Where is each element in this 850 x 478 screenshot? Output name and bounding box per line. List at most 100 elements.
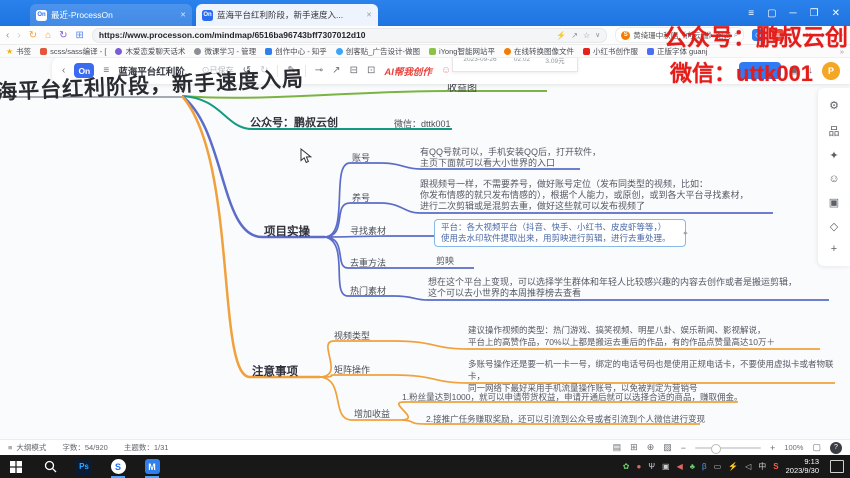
node-increase-income[interactable]: 增加收益	[354, 407, 390, 420]
branch-notes[interactable]: 注意事项	[252, 363, 298, 379]
refresh-icon[interactable]: ↻	[29, 30, 37, 41]
structure-icon[interactable]: 品	[829, 123, 840, 139]
window-maximize-icon[interactable]: ❐	[810, 8, 819, 19]
detail-dedup-method[interactable]: 剪映	[436, 256, 454, 267]
adjust-icon[interactable]: ⚙	[829, 99, 839, 112]
taskbar-clock[interactable]: 9:13 2023/9/30	[786, 458, 819, 475]
thumbnail-icon[interactable]: ▤	[613, 442, 622, 453]
bookmark-item[interactable]: 在线转换图像文件	[504, 46, 574, 57]
node-nurture-account[interactable]: 养号	[352, 191, 370, 204]
browser-menu-icon[interactable]: ≡	[748, 8, 754, 19]
sparkle-icon[interactable]: ✦	[682, 229, 689, 238]
beautify-wand-icon[interactable]: ✦	[829, 149, 838, 162]
browser-tab-recent[interactable]: On 最近-ProcessOn ✕	[30, 4, 192, 26]
tray-icon-dot[interactable]: ●	[636, 462, 641, 471]
ai-create-button[interactable]: AI帮我创作	[384, 64, 432, 78]
image-icon[interactable]: ▣	[829, 196, 839, 209]
user-avatar[interactable]: P	[822, 62, 840, 80]
tray-icon-bluetooth[interactable]: β	[702, 462, 707, 471]
node-matrix-operation[interactable]: 矩阵操作	[334, 363, 370, 376]
tray-icon-image[interactable]: ▣	[662, 462, 670, 471]
detail-account[interactable]: 有QQ号就可以，手机安装QQ后，打开软件， 主页下面就可以看大小世界的入口	[420, 147, 601, 169]
flash-icon[interactable]: ⚡	[556, 31, 566, 40]
zoom-slider-knob[interactable]	[711, 444, 721, 454]
detail-video-type[interactable]: 建议操作视频的类型：热门游戏、搞笑视频、明星八卦、娱乐新闻、影视解说， 平台上的…	[468, 324, 775, 348]
detail-nurture-account[interactable]: 跟视频号一样，不需要养号，做好账号定位（发布同类型的视频，比如： 你发布情感的就…	[420, 179, 749, 211]
minimap-icon[interactable]: ▨	[663, 442, 672, 453]
node-find-material[interactable]: 寻找素材	[350, 224, 386, 237]
bookmark-star-icon[interactable]: ☆	[583, 31, 590, 40]
tray-icon-ime[interactable]: 中	[758, 461, 766, 472]
node-video-type[interactable]: 视频类型	[334, 329, 370, 342]
locate-center-icon[interactable]: ⊕	[647, 442, 655, 453]
node-wechat[interactable]: 微信：dttk001	[394, 117, 451, 130]
bookmark-item[interactable]: 创作中心 - 知乎	[265, 46, 327, 57]
address-bar[interactable]: https://www.processon.com/mindmap/6516ba…	[92, 28, 607, 43]
summary-icon[interactable]: ⊟	[350, 65, 358, 76]
relation-arrow-icon[interactable]: ↗	[332, 65, 340, 76]
zoom-slider[interactable]	[695, 447, 761, 449]
bookmark-item[interactable]: 木爱恋爱聊天话术	[115, 46, 185, 57]
bookmark-item[interactable]: scss/sass编译 - [	[40, 46, 106, 57]
node-dedup-method[interactable]: 去重方法	[350, 256, 386, 269]
tag-icon[interactable]: ◇	[830, 220, 838, 233]
detail-matrix-operation[interactable]: 多账号操作还是要一机一卡一号，绑定的电话号码也是使用正规电话卡，不要使用虚拟卡或…	[468, 358, 850, 394]
branch-project-practice[interactable]: 项目实操	[264, 223, 310, 239]
fullscreen-icon[interactable]: ▢	[812, 442, 821, 453]
split-screen-icon[interactable]: ⊞	[76, 30, 84, 41]
detail-income-2[interactable]: 2.接推广任务赚取奖励，还可以引流到公众号或者引流到个人微信进行变现	[426, 415, 705, 424]
help-button[interactable]: ?	[830, 442, 842, 454]
action-center-icon[interactable]	[830, 460, 844, 473]
taskbar-mindmap-app-icon[interactable]: M	[142, 457, 162, 477]
detail-find-material-selected[interactable]: 平台：各大视频平台（抖音、快手、小红书、皮皮虾等等，） 使用去水印软件提取出来，…	[434, 219, 686, 247]
bookmark-item[interactable]: iYong智能网站平	[429, 46, 495, 57]
tray-icon-play[interactable]: ◀	[677, 462, 683, 471]
home-icon[interactable]: ⌂	[45, 30, 51, 41]
tray-icon-volume[interactable]: ◁	[745, 462, 751, 471]
window-close-icon[interactable]: ✕	[832, 8, 840, 19]
bookmark-item[interactable]: 创客贴_广告设计-做图	[336, 46, 420, 57]
outline-mode-button[interactable]: ≡ 大纲模式	[8, 442, 46, 453]
tray-icon-mic[interactable]: Ψ	[648, 462, 655, 471]
page-grid-icon[interactable]: ⊞	[630, 442, 638, 453]
zoom-out-icon[interactable]: −	[681, 443, 686, 453]
back-icon[interactable]: ‹	[6, 30, 9, 41]
zoom-in-icon[interactable]: +	[770, 443, 775, 453]
zoom-level[interactable]: 100%	[784, 443, 803, 452]
tab-close-icon[interactable]: ✕	[174, 11, 186, 19]
url-text[interactable]: https://www.processon.com/mindmap/6516ba…	[99, 30, 551, 40]
chevron-down-icon[interactable]: ∨	[595, 31, 600, 39]
window-controls: ≡ ▢ ─ ❐ ✕	[748, 8, 850, 19]
tray-icon-sogou[interactable]: S	[773, 462, 778, 471]
taskbar-search-button[interactable]	[40, 457, 60, 477]
node-gongzhonghao[interactable]: 公众号：鹏叔云创	[250, 114, 338, 130]
tray-icon-battery[interactable]: ▭	[714, 462, 722, 471]
detail-income-1[interactable]: 1.粉丝量达到1000，就可以申请带货权益，申请开通后就可以选择合适的商品，赚取…	[402, 393, 743, 402]
frame-icon[interactable]: ⊡	[367, 65, 375, 76]
detail-hot-material[interactable]: 想在这个平台上变现，可以选择学生群体和年轻人比较感兴趣的内容去创作或者是搬运剪辑…	[428, 277, 797, 299]
bookmarks-label[interactable]: ★ 书签	[6, 46, 31, 57]
tray-icon-leaf[interactable]: ✿	[623, 462, 630, 471]
tray-icon-wegame[interactable]: ♣	[690, 462, 695, 471]
favicon	[194, 48, 201, 55]
bookmark-item[interactable]: 微课学习 - 管理	[194, 46, 256, 57]
connector-icon[interactable]: ⊸	[315, 65, 323, 76]
node-hot-material[interactable]: 热门素材	[350, 284, 386, 297]
taskbar-photoshop-icon[interactable]: Ps	[74, 457, 94, 477]
emoji-icon[interactable]: ☺	[828, 173, 839, 185]
add-icon[interactable]: +	[831, 243, 837, 255]
start-button[interactable]	[6, 457, 26, 477]
window-minimize-icon[interactable]: ─	[790, 8, 797, 19]
session-restore-icon[interactable]: ↻	[59, 30, 67, 41]
forward-icon[interactable]: ›	[17, 30, 20, 41]
taskbar-sogou-browser-icon[interactable]: S	[108, 457, 128, 477]
boss-key-icon[interactable]: ▢	[767, 8, 776, 19]
browser-tab-active[interactable]: On 蓝海平台红利阶段，新手速度入... ✕	[196, 4, 378, 26]
share-page-icon[interactable]: ↗	[571, 31, 578, 40]
smile-icon[interactable]: ☺	[441, 65, 451, 76]
tab-close-icon[interactable]: ✕	[360, 11, 372, 19]
tray-icon-network[interactable]: ⚡	[728, 462, 738, 471]
bookmark-item[interactable]: 小红书创作服	[583, 46, 638, 57]
favicon	[429, 48, 436, 55]
node-account[interactable]: 账号	[352, 151, 370, 164]
